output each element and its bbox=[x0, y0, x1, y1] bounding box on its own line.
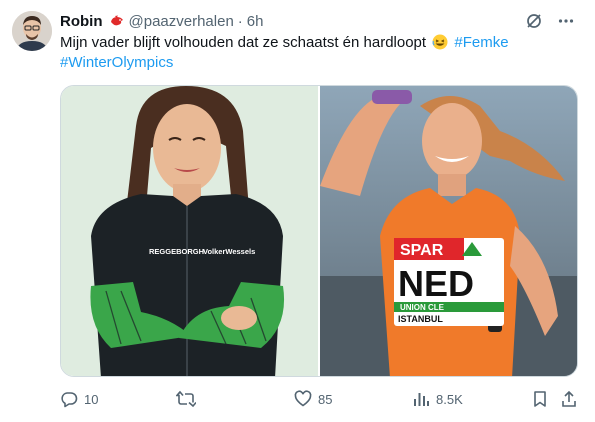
media-grid: REGGEBORGH VolkerWessels SPAR NED UNION … bbox=[60, 85, 578, 377]
top-actions bbox=[525, 12, 575, 30]
views-button[interactable]: 8.5K bbox=[412, 388, 463, 410]
reply-button[interactable]: 10 bbox=[60, 388, 98, 410]
action-bar: 10 85 8.5K bbox=[60, 388, 580, 410]
bookmark-icon bbox=[532, 390, 548, 408]
tweet-header: Robin @paazverhalen · 6h bbox=[60, 11, 263, 31]
timestamp[interactable]: 6h bbox=[247, 13, 264, 30]
dragon-badge-icon bbox=[109, 13, 125, 29]
like-button[interactable]: 85 bbox=[294, 388, 332, 410]
photo-right[interactable]: SPAR NED UNION CLE ISTANBUL bbox=[320, 86, 577, 376]
suit-text-2: VolkerWessels bbox=[203, 247, 255, 256]
tweet-text: Mijn vader blijft volhouden dat ze schaa… bbox=[60, 33, 560, 73]
view-count: 8.5K bbox=[436, 391, 463, 407]
like-icon bbox=[294, 390, 312, 408]
tweet-body: Mijn vader blijft volhouden dat ze schaa… bbox=[60, 34, 427, 51]
user-handle[interactable]: @paazverhalen bbox=[129, 13, 234, 30]
laughing-emoji-icon bbox=[432, 34, 448, 50]
retweet-button[interactable] bbox=[176, 388, 202, 410]
share-icon bbox=[560, 390, 578, 408]
reply-count: 10 bbox=[84, 391, 99, 407]
bib-sub: UNION CLE bbox=[400, 303, 445, 312]
tweet-card[interactable]: Robin @paazverhalen · 6h Mijn vader blij… bbox=[0, 0, 595, 422]
bib-brand: SPAR bbox=[400, 242, 444, 259]
reply-icon bbox=[60, 390, 78, 408]
suit-text-1: REGGEBORGH bbox=[149, 247, 204, 256]
like-count: 85 bbox=[318, 391, 333, 407]
more-icon[interactable] bbox=[557, 12, 575, 30]
bib-country: NED bbox=[398, 263, 474, 304]
photo-left[interactable]: REGGEBORGH VolkerWessels bbox=[61, 86, 318, 376]
hashtag-femke[interactable]: #Femke bbox=[454, 34, 508, 51]
avatar[interactable] bbox=[12, 11, 52, 51]
bookmark-button[interactable] bbox=[532, 388, 548, 410]
views-icon bbox=[412, 390, 430, 408]
separator-dot: · bbox=[237, 12, 243, 30]
share-button[interactable] bbox=[560, 388, 578, 410]
grok-icon[interactable] bbox=[525, 12, 543, 30]
bib-city: ISTANBUL bbox=[398, 314, 443, 324]
display-name[interactable]: Robin bbox=[60, 13, 103, 30]
retweet-icon bbox=[176, 390, 196, 408]
hashtag-winterolympics[interactable]: #WinterOlympics bbox=[60, 54, 173, 71]
